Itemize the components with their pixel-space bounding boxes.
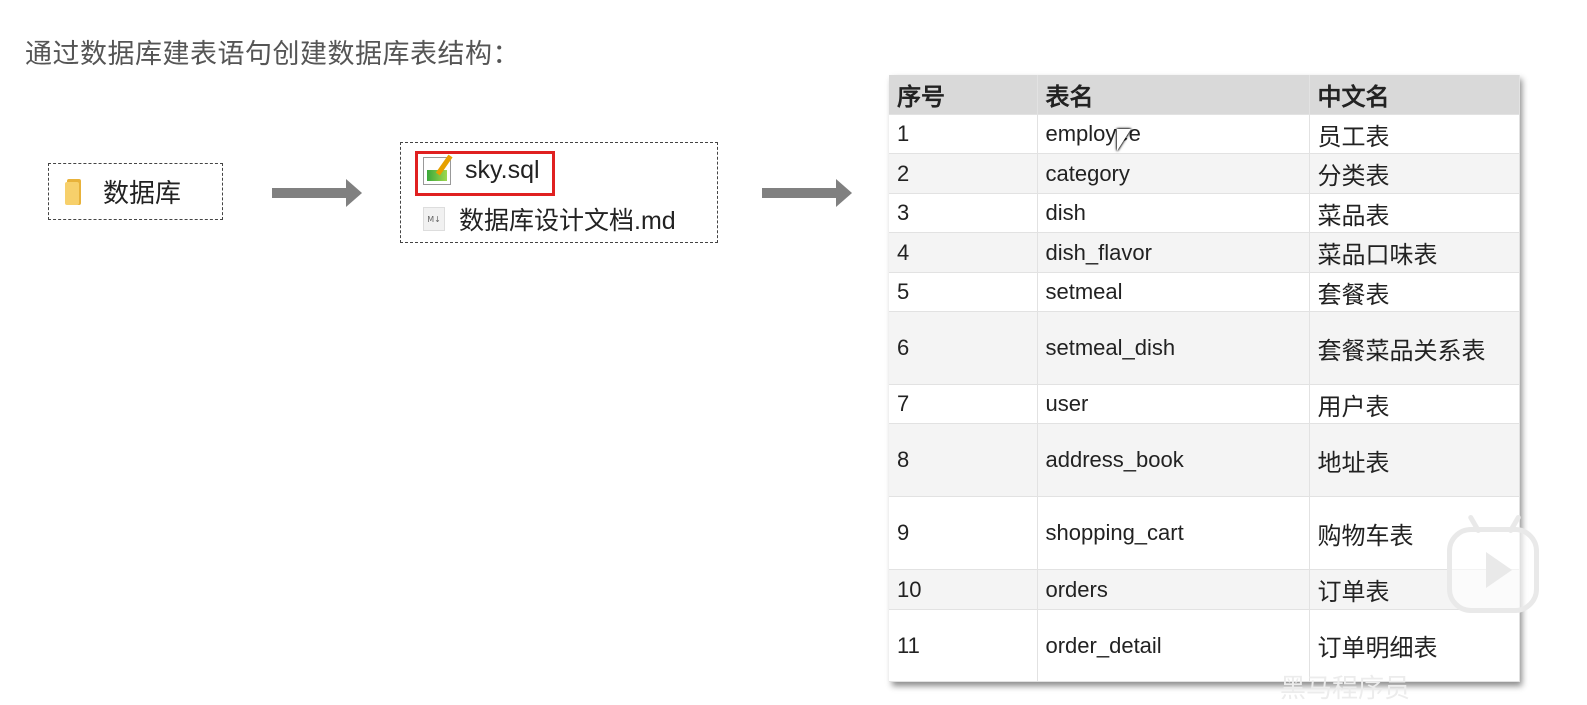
watermark: 黑马程序员 — [1280, 673, 1411, 703]
cell-cn: 套餐表 — [1309, 272, 1520, 312]
sql-file-icon — [423, 154, 453, 185]
cell-name: category — [1037, 153, 1310, 194]
cell-no: 7 — [889, 384, 1038, 424]
file-item-sql[interactable]: sky.sql — [423, 154, 540, 185]
cell-name: order_detail — [1037, 609, 1310, 682]
file-name: 数据库设计文档.md — [459, 207, 676, 235]
table-row: 1 employee 员工表 — [889, 114, 1520, 154]
cell-no: 1 — [889, 114, 1038, 154]
page-heading: 通过数据库建表语句创建数据库表结构： — [25, 39, 520, 69]
cell-no: 2 — [889, 153, 1038, 194]
cell-cn: 分类表 — [1309, 153, 1520, 194]
folder-label: 数据库 — [103, 178, 182, 208]
cell-no: 11 — [889, 609, 1038, 682]
table-header-row: 序号 表名 中文名 — [889, 75, 1520, 115]
cell-name: setmeal — [1037, 272, 1310, 312]
table-row: 3 dish 菜品表 — [889, 193, 1520, 233]
column-header-name: 表名 — [1037, 75, 1310, 115]
cell-name: dish — [1037, 193, 1310, 233]
file-item-md[interactable]: M↓ 数据库设计文档.md — [423, 201, 676, 237]
table-row: 2 category 分类表 — [889, 153, 1520, 194]
cell-name: shopping_cart — [1037, 496, 1310, 570]
cell-no: 3 — [889, 193, 1038, 233]
cell-name: employee — [1037, 114, 1310, 154]
table-row: 5 setmeal 套餐表 — [889, 272, 1520, 312]
cell-no: 5 — [889, 272, 1038, 312]
cell-name: orders — [1037, 569, 1310, 610]
cell-no: 4 — [889, 232, 1038, 273]
mouse-pointer-icon — [1117, 129, 1131, 151]
right-arrow-icon — [272, 179, 362, 207]
cell-cn: 地址表 — [1309, 423, 1520, 497]
cell-cn: 员工表 — [1309, 114, 1520, 154]
cell-cn: 套餐菜品关系表 — [1309, 311, 1520, 385]
column-header-no: 序号 — [889, 75, 1038, 115]
cell-cn: 菜品表 — [1309, 193, 1520, 233]
cell-name: address_book — [1037, 423, 1310, 497]
markdown-file-icon: M↓ — [423, 207, 445, 231]
cell-name: user — [1037, 384, 1310, 424]
cell-no: 10 — [889, 569, 1038, 610]
folder-icon — [65, 178, 83, 205]
cell-name: setmeal_dish — [1037, 311, 1310, 385]
play-icon[interactable] — [1447, 514, 1539, 613]
table-row: 8 address_book 地址表 — [889, 423, 1520, 497]
table-row: 7 user 用户表 — [889, 384, 1520, 424]
table-row: 6 setmeal_dish 套餐菜品关系表 — [889, 311, 1520, 385]
cell-cn: 用户表 — [1309, 384, 1520, 424]
cell-name: dish_flavor — [1037, 232, 1310, 273]
cell-no: 9 — [889, 496, 1038, 570]
files-box: sky.sql M↓ 数据库设计文档.md — [400, 142, 718, 243]
table-row: 9 shopping_cart 购物车表 — [889, 496, 1520, 570]
tables-table: 序号 表名 中文名 1 employee 员工表 2 category 分类表 … — [889, 75, 1520, 682]
column-header-cn: 中文名 — [1309, 75, 1520, 115]
database-folder-box: 数据库 — [48, 163, 223, 220]
table-row: 11 order_detail 订单明细表 — [889, 609, 1520, 682]
right-arrow-icon — [762, 179, 852, 207]
cell-no: 6 — [889, 311, 1038, 385]
cell-cn: 菜品口味表 — [1309, 232, 1520, 273]
table-row: 4 dish_flavor 菜品口味表 — [889, 232, 1520, 273]
cell-no: 8 — [889, 423, 1038, 497]
table-row: 10 orders 订单表 — [889, 569, 1520, 610]
file-name: sky.sql — [465, 156, 540, 184]
